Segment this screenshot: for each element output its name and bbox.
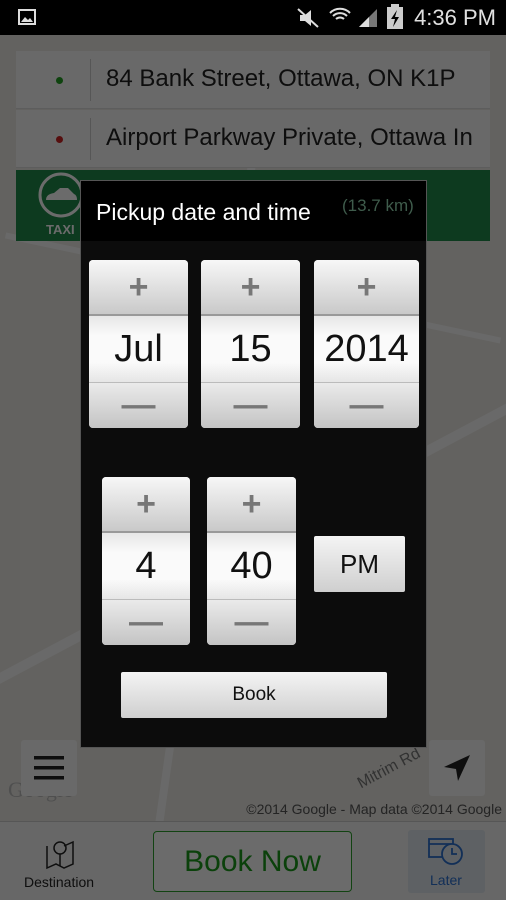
dialog-title: Pickup date and time bbox=[96, 199, 311, 225]
destination-address[interactable]: Airport Parkway Private, Ottawa In bbox=[16, 110, 490, 168]
hour-value[interactable]: 4 bbox=[102, 533, 190, 599]
year-increment-button[interactable]: + bbox=[314, 260, 419, 316]
month-picker: + Jul — bbox=[89, 260, 188, 428]
destination-label: Destination bbox=[24, 874, 95, 890]
month-decrement-button[interactable]: — bbox=[89, 382, 188, 428]
taxi-car-icon bbox=[38, 172, 84, 218]
day-value[interactable]: 15 bbox=[201, 316, 300, 382]
year-picker: + 2014 — bbox=[314, 260, 419, 428]
ampm-toggle-button[interactable]: PM bbox=[314, 536, 405, 592]
minute-decrement-button[interactable]: — bbox=[207, 599, 296, 645]
battery-charging-icon bbox=[387, 4, 403, 29]
image-icon bbox=[18, 9, 36, 25]
my-location-button[interactable] bbox=[429, 740, 485, 796]
navigation-arrow-icon bbox=[444, 755, 470, 781]
later-label: Later bbox=[430, 872, 462, 888]
taxi-label: TAXI bbox=[46, 222, 75, 237]
pickup-dot-icon bbox=[56, 77, 63, 84]
day-increment-button[interactable]: + bbox=[201, 260, 300, 316]
map-pin-icon bbox=[46, 840, 74, 870]
hour-picker: + 4 — bbox=[102, 477, 190, 645]
hour-increment-button[interactable]: + bbox=[102, 477, 190, 533]
status-time: 4:36 PM bbox=[414, 5, 496, 30]
fare-estimate: (13.7 km) bbox=[342, 196, 414, 215]
calendar-clock-icon bbox=[428, 838, 463, 865]
pickup-address[interactable]: 84 Bank Street, Ottawa, ON K1P bbox=[16, 51, 490, 109]
signal-icon bbox=[359, 9, 377, 27]
mute-icon bbox=[297, 8, 319, 28]
day-decrement-button[interactable]: — bbox=[201, 382, 300, 428]
destination-dot-icon bbox=[56, 136, 63, 143]
year-value[interactable]: 2014 bbox=[314, 316, 419, 382]
menu-button[interactable] bbox=[21, 740, 77, 796]
day-picker: + 15 — bbox=[201, 260, 300, 428]
book-button[interactable]: Book bbox=[121, 672, 387, 718]
pickup-address-text: 84 Bank Street, Ottawa, ON K1P bbox=[106, 65, 456, 92]
status-bar: 4:36 PM bbox=[0, 0, 506, 35]
map-attribution: ©2014 Google - Map data ©2014 Google bbox=[246, 801, 502, 817]
later-button[interactable]: Later bbox=[408, 830, 485, 893]
minute-picker: + 40 — bbox=[207, 477, 296, 645]
year-decrement-button[interactable]: — bbox=[314, 382, 419, 428]
minute-increment-button[interactable]: + bbox=[207, 477, 296, 533]
destination-address-text: Airport Parkway Private, Ottawa In bbox=[106, 124, 473, 151]
wifi-icon bbox=[329, 7, 351, 20]
month-value[interactable]: Jul bbox=[89, 316, 188, 382]
destination-button[interactable]: Destination bbox=[10, 832, 110, 892]
pickup-datetime-dialog: Pickup date and time + Jul — + 15 — + 20… bbox=[80, 180, 427, 748]
bottom-bar: Destination Book Now Later bbox=[0, 821, 506, 900]
hour-decrement-button[interactable]: — bbox=[102, 599, 190, 645]
minute-value[interactable]: 40 bbox=[207, 533, 296, 599]
hamburger-icon bbox=[34, 756, 64, 780]
month-increment-button[interactable]: + bbox=[89, 260, 188, 316]
book-now-button[interactable]: Book Now bbox=[153, 831, 352, 892]
road-label: Mitrim Rd bbox=[354, 744, 424, 793]
